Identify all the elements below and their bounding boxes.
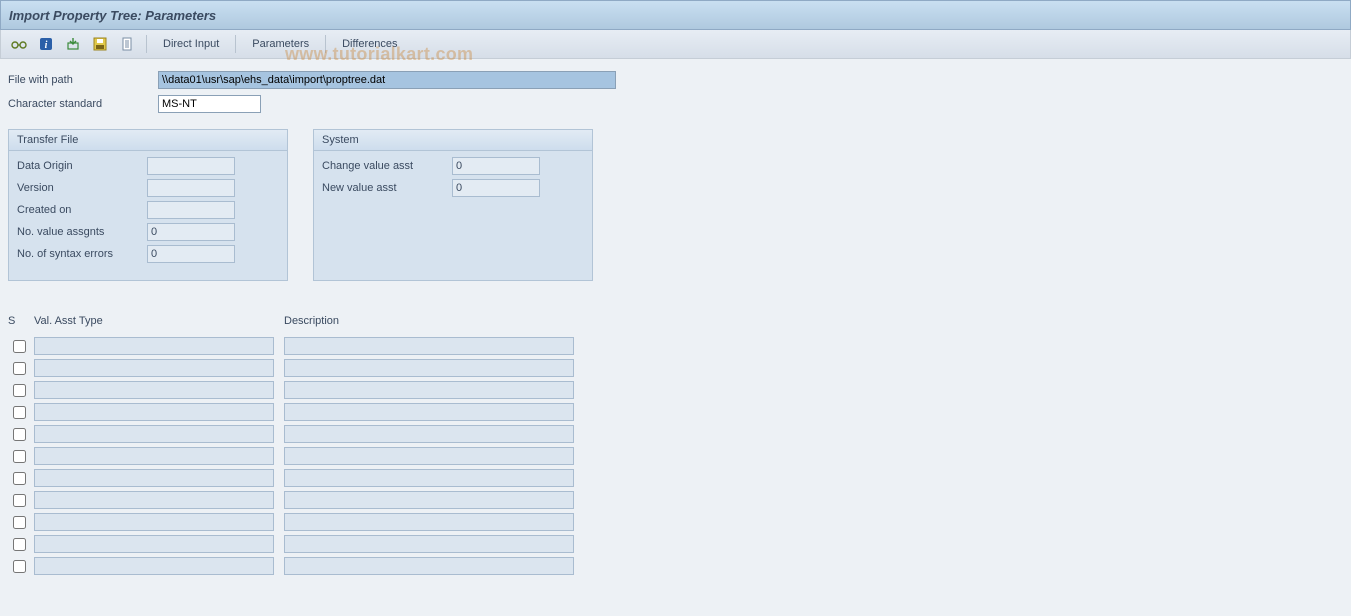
table-row [8,445,1351,467]
differences-button[interactable]: Differences [333,34,406,54]
info-icon[interactable]: i [34,33,58,55]
file-with-path-input[interactable] [158,71,616,89]
val-asst-type-cell [34,513,274,531]
created-on-value [147,201,235,219]
val-asst-type-cell [34,491,274,509]
parameters-button[interactable]: Parameters [243,34,318,54]
no-val-assgnts-value: 0 [147,223,235,241]
row-select-checkbox[interactable] [13,428,26,441]
val-asst-type-cell [34,469,274,487]
change-val-asst-value: 0 [452,157,540,175]
row-select-checkbox[interactable] [13,494,26,507]
toolbar-separator [325,35,326,53]
direct-input-button[interactable]: Direct Input [154,34,228,54]
table-row [8,555,1351,577]
transfer-file-title: Transfer File [9,130,287,151]
new-val-asst-value: 0 [452,179,540,197]
save-icon[interactable] [88,33,112,55]
col-vat-header: Val. Asst Type [34,315,274,327]
table-row [8,511,1351,533]
no-syntax-errors-value: 0 [147,245,235,263]
col-s-header: S [8,315,30,327]
description-cell [284,491,574,509]
val-asst-type-cell [34,403,274,421]
description-cell [284,403,574,421]
description-cell [284,425,574,443]
table-row [8,335,1351,357]
row-select-checkbox[interactable] [13,560,26,573]
svg-text:i: i [45,40,48,51]
document-icon[interactable] [115,33,139,55]
val-asst-type-cell [34,557,274,575]
row-select-checkbox[interactable] [13,472,26,485]
val-asst-type-cell [34,337,274,355]
char-std-input[interactable] [158,95,261,113]
version-value [147,179,235,197]
val-asst-type-cell [34,359,274,377]
row-select-checkbox[interactable] [13,362,26,375]
system-title: System [314,130,592,151]
col-desc-header: Description [284,315,574,327]
data-origin-label: Data Origin [17,160,147,172]
toolbar-separator [146,35,147,53]
transfer-file-group: Transfer File Data Origin Version Create… [8,129,288,281]
group-boxes: Transfer File Data Origin Version Create… [8,129,1351,281]
description-cell [284,513,574,531]
table-row [8,401,1351,423]
description-cell [284,337,574,355]
system-group: System Change value asst 0 New value ass… [313,129,593,281]
table-row [8,357,1351,379]
change-val-asst-label: Change value asst [322,160,452,172]
row-select-checkbox[interactable] [13,340,26,353]
description-cell [284,469,574,487]
val-asst-type-cell [34,447,274,465]
window-title-bar: Import Property Tree: Parameters [0,0,1351,30]
version-label: Version [17,182,147,194]
form-area: File with path Character standard [0,59,1351,115]
char-std-label: Character standard [8,98,158,110]
val-asst-type-cell [34,381,274,399]
description-cell [284,359,574,377]
row-select-checkbox[interactable] [13,516,26,529]
val-asst-type-cell [34,535,274,553]
description-cell [284,535,574,553]
import-icon[interactable] [61,33,85,55]
window-title: Import Property Tree: Parameters [9,8,216,23]
file-with-path-label: File with path [8,74,158,86]
table-row [8,467,1351,489]
val-asst-type-cell [34,425,274,443]
table-row [8,423,1351,445]
row-select-checkbox[interactable] [13,450,26,463]
glasses-display-icon[interactable] [7,33,31,55]
created-on-label: Created on [17,204,147,216]
val-asst-table: S Val. Asst Type Description [8,311,1351,577]
row-select-checkbox[interactable] [13,538,26,551]
new-val-asst-label: New value asst [322,182,452,194]
description-cell [284,557,574,575]
no-syntax-errors-label: No. of syntax errors [17,248,147,260]
toolbar: i Direct Input Parameters Differences [0,30,1351,59]
table-row [8,489,1351,511]
table-row [8,533,1351,555]
table-row [8,379,1351,401]
data-origin-value [147,157,235,175]
description-cell [284,381,574,399]
row-select-checkbox[interactable] [13,406,26,419]
no-val-assgnts-label: No. value assgnts [17,226,147,238]
description-cell [284,447,574,465]
row-select-checkbox[interactable] [13,384,26,397]
toolbar-separator [235,35,236,53]
